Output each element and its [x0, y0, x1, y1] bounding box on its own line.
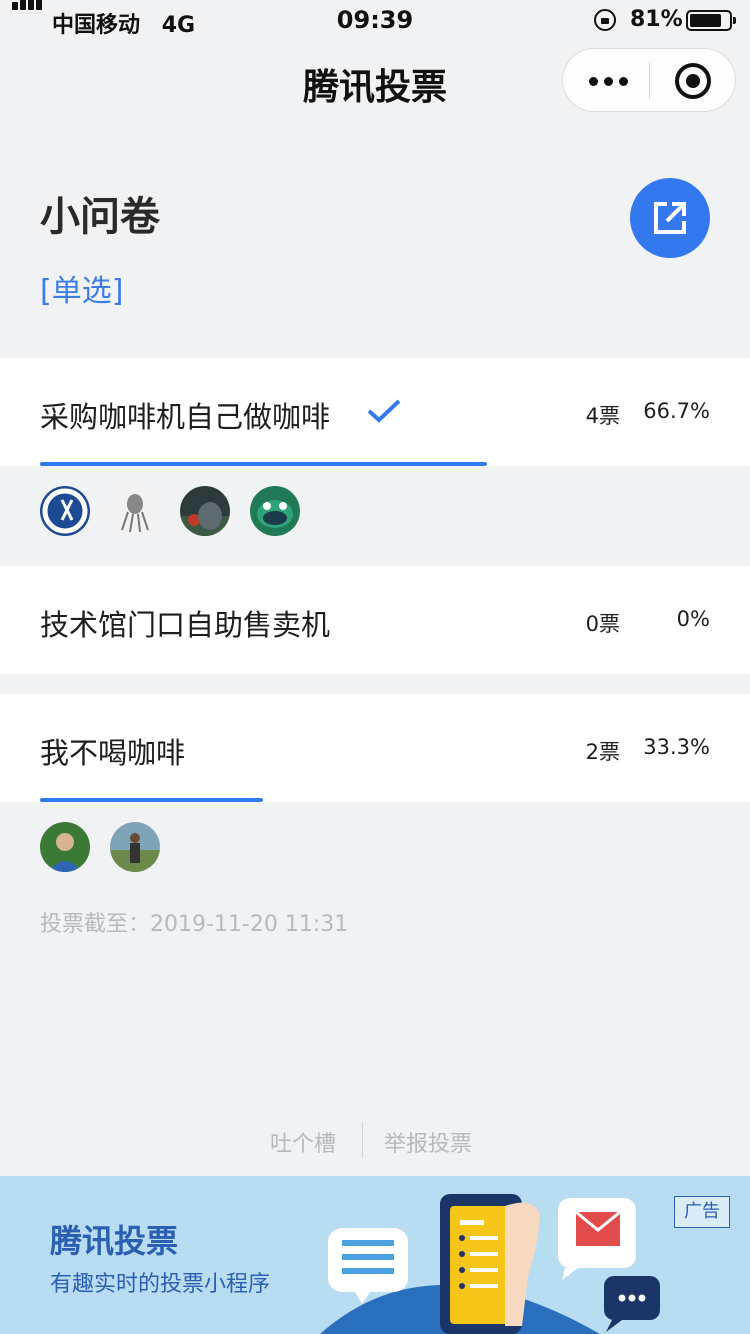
- option-percent: 33.3%: [643, 735, 710, 759]
- option-label: 采购咖啡机自己做咖啡: [40, 400, 331, 434]
- avatar-image: [42, 488, 88, 534]
- option-vote-count: 2票: [585, 740, 620, 764]
- option-vote-count: 0票: [585, 612, 620, 636]
- ad-illustration: [320, 1194, 660, 1334]
- footer-links: 吐个槽 举报投票: [0, 1122, 750, 1158]
- poll-option-2[interactable]: 技术馆门口自助售卖机 0票 0%: [0, 566, 750, 674]
- option-vote-count: 4票: [585, 404, 620, 428]
- feedback-link[interactable]: 吐个槽: [270, 1126, 336, 1158]
- option-label: 技术馆门口自助售卖机: [40, 608, 331, 642]
- selected-check-icon: [367, 399, 401, 423]
- ad-title: 腾讯投票: [50, 1222, 179, 1260]
- avatar-image: [121, 494, 149, 533]
- footer-divider: [362, 1122, 363, 1158]
- avatar[interactable]: [110, 486, 160, 536]
- avatar[interactable]: [110, 822, 160, 872]
- status-bar: 中国移动 4G 09:39 81%: [0, 0, 750, 40]
- avatar-image: [257, 500, 293, 528]
- ad-subtitle: 有趣实时的投票小程序: [50, 1272, 271, 1297]
- option-progress-bar: [40, 462, 487, 466]
- poll-option-3[interactable]: 我不喝咖啡 2票 33.3%: [0, 694, 750, 802]
- avatar-image: [180, 502, 230, 536]
- rotation-lock-icon: [594, 9, 616, 31]
- poll-type-tag: [单选]: [40, 274, 124, 309]
- share-button[interactable]: [630, 178, 710, 258]
- avatar[interactable]: [40, 822, 90, 872]
- share-icon: [654, 202, 686, 234]
- avatar[interactable]: [250, 486, 300, 536]
- ad-banner[interactable]: 腾讯投票 有趣实时的投票小程序 广告: [0, 1176, 750, 1334]
- close-miniprogram-icon[interactable]: [675, 63, 711, 99]
- battery-percent: 81%: [630, 7, 683, 32]
- avatar-image: [110, 833, 160, 872]
- avatar-image: [48, 833, 82, 872]
- option-percent: 66.7%: [643, 399, 710, 423]
- avatar[interactable]: [180, 486, 230, 536]
- option-label: 我不喝咖啡: [40, 736, 186, 770]
- ad-badge: 广告: [674, 1196, 730, 1228]
- capsule-divider: [649, 63, 650, 99]
- option-progress-bar: [40, 798, 263, 802]
- poll-title: 小问卷: [40, 194, 160, 240]
- poll-deadline: 投票截至：2019-11-20 11:31: [40, 912, 349, 937]
- report-link[interactable]: 举报投票: [384, 1126, 472, 1158]
- battery-icon: [686, 10, 736, 31]
- option-percent: 0%: [676, 607, 710, 631]
- miniprogram-capsule: [562, 48, 736, 112]
- avatar[interactable]: [40, 486, 90, 536]
